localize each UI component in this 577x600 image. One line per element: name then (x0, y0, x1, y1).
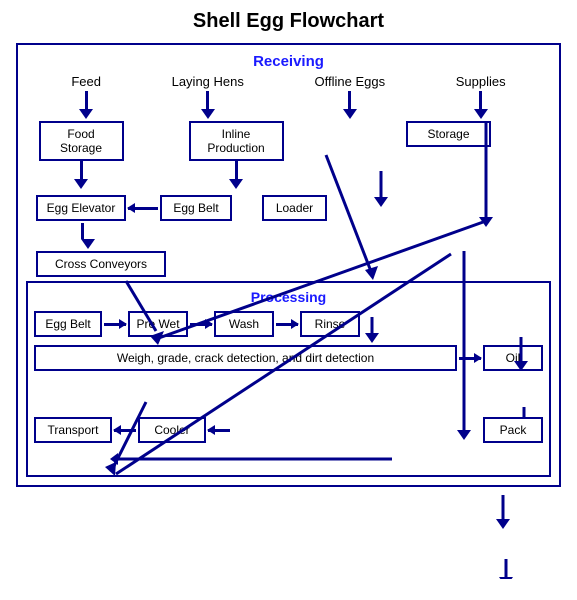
proc-egg-belt-box: Egg Belt (34, 311, 102, 337)
pack-to-cooler-arrow (208, 429, 230, 432)
laying-hens-arrow-line (206, 91, 209, 109)
main-box: Receiving Feed Laying Hens Offline Eggs (16, 43, 561, 487)
laying-hens-label: Laying Hens (172, 74, 244, 89)
proc-row-2: Weigh, grade, crack detection, and dirt … (34, 341, 543, 375)
inline-prod-down-arrow (229, 179, 243, 189)
rinse-box: Rinse (300, 311, 360, 337)
transport-box: Transport (34, 417, 112, 443)
oil-box: Oil (483, 345, 543, 371)
supplies-arrow-head (474, 109, 488, 119)
pre-wet-box: Pre Wet (128, 311, 188, 337)
flowchart-container: Receiving Feed Laying Hens Offline Eggs (16, 43, 561, 487)
laying-hens-col: Laying Hens (172, 74, 244, 119)
page-title: Shell Egg Flowchart (193, 10, 384, 33)
supplies-col: Supplies (456, 74, 506, 119)
row3: Cross Conveyors (26, 251, 551, 277)
wash-to-rinse-arrow (276, 323, 298, 326)
storage-box: Storage (406, 121, 491, 147)
processing-section: Processing Egg Belt Pre Wet Wash Rinse W… (26, 281, 551, 477)
proc-row-3b (34, 449, 543, 469)
inline-prod-down-line (235, 161, 238, 179)
weigh-grade-box: Weigh, grade, crack detection, and dirt … (34, 345, 457, 371)
top-inputs: Feed Laying Hens Offline Eggs Supplies (26, 74, 551, 119)
loader-box: Loader (262, 195, 327, 221)
food-storage-down-line (80, 161, 83, 179)
row2: Egg Elevator Egg Belt Loader (26, 195, 551, 221)
egg-belt-to-prewet-arrow (104, 323, 126, 326)
receiving-label: Receiving (26, 53, 551, 70)
food-storage-box: Food Storage (39, 121, 124, 161)
inline-prod-col: InlineProduction (176, 121, 296, 189)
feed-col: Feed (71, 74, 101, 119)
wash-box: Wash (214, 311, 274, 337)
transport-pack-arrow-svg (112, 449, 412, 469)
offline-eggs-arrow-line (348, 91, 351, 109)
laying-hens-arrow-head (201, 109, 215, 119)
elevator-to-cc-arrow (81, 239, 95, 249)
prewet-to-wash-arrow (190, 323, 212, 326)
weigh-to-oil-arrow (459, 357, 481, 360)
offline-eggs-arrow-head (343, 109, 357, 119)
cooler-to-transport-arrow (114, 429, 136, 432)
feed-arrow-line (85, 91, 88, 109)
cooler-box: Cooler (138, 417, 206, 443)
egg-belt-top-box: Egg Belt (160, 195, 232, 221)
food-storage-down-arrow (74, 179, 88, 189)
proc-row-3: Transport Cooler Pack (34, 417, 543, 443)
processing-label: Processing (34, 289, 543, 305)
egg-belt-to-elevator-arrow (128, 207, 158, 210)
elevator-down-col (26, 223, 551, 249)
cross-conveyors-box: Cross Conveyors (36, 251, 166, 277)
pack-box: Pack (483, 417, 543, 443)
supplies-arrow-line (479, 91, 482, 109)
elevator-to-cc-line (81, 223, 84, 239)
inline-production-box: InlineProduction (189, 121, 284, 161)
feed-label: Feed (71, 74, 101, 89)
processing-container: Processing Egg Belt Pre Wet Wash Rinse W… (26, 281, 551, 477)
food-storage-col: Food Storage (36, 121, 126, 189)
egg-elevator-box: Egg Elevator (36, 195, 126, 221)
feed-arrow-head (79, 109, 93, 119)
proc-row-1: Egg Belt Pre Wet Wash Rinse (34, 311, 543, 337)
weigh-grade-row: Weigh, grade, crack detection, and dirt … (34, 345, 543, 371)
offline-eggs-label: Offline Eggs (315, 74, 386, 89)
supplies-label: Supplies (456, 74, 506, 89)
offline-eggs-col: Offline Eggs (315, 74, 386, 119)
proc-row-2-wrapper: Weigh, grade, crack detection, and dirt … (34, 341, 543, 375)
storage-col: Storage (356, 121, 541, 147)
